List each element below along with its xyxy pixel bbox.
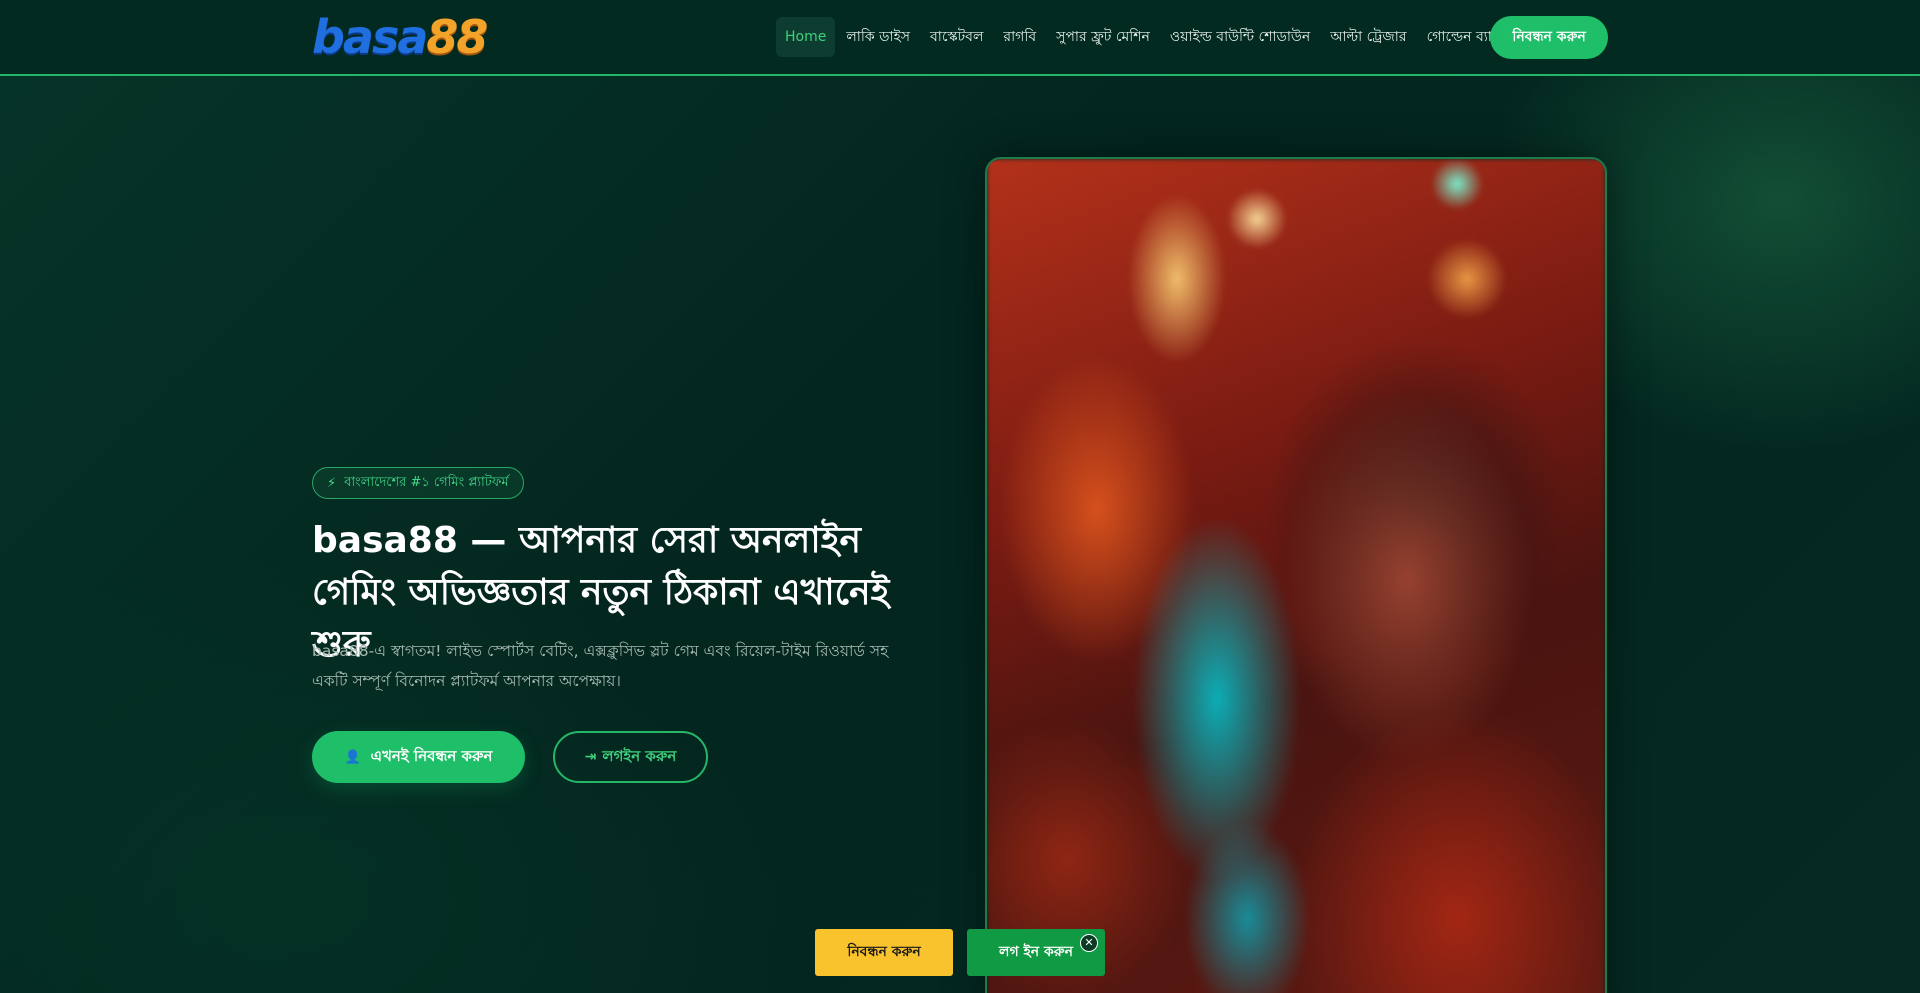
nav-item-lucky-dice[interactable]: লাকি ডাইস xyxy=(837,17,919,57)
user-plus-icon: 👤 xyxy=(344,749,361,765)
hero-description: basa88-এ স্বাগতম! লাইভ স্পোর্টস বেটিং, এ… xyxy=(312,642,889,690)
nav-item-super-fruit-machine[interactable]: সুপার ফ্রুট মেশিন xyxy=(1047,17,1159,57)
nav-item-basketball[interactable]: বাস্কেটবল xyxy=(921,17,992,57)
floating-register-button[interactable]: নিবন্ধন করুন xyxy=(815,929,953,976)
nav-item-wild-bounty-showdown[interactable]: ওয়াইল্ড বাউন্টি শোডাউন xyxy=(1161,17,1319,57)
hero-image xyxy=(985,157,1607,993)
brand-logo[interactable]: basa88 xyxy=(312,10,488,64)
nav-item-home[interactable]: Home xyxy=(776,17,836,57)
site-header: basa88 Home লাকি ডাইস বাস্কেটবল রাগবি সু… xyxy=(0,0,1920,76)
hero-badge-label: বাংলাদেশের #১ গেমিং প্ল্যাটফর্ম xyxy=(344,474,509,490)
register-now-button[interactable]: 👤 এখনই নিবন্ধন করুন xyxy=(312,731,525,783)
hero-image-artwork xyxy=(987,159,1605,993)
main-nav: Home লাকি ডাইস বাস্কেটবল রাগবি সুপার ফ্র… xyxy=(776,17,1519,57)
login-icon: ⇥ xyxy=(584,749,597,765)
login-button[interactable]: ⇥ লগইন করুন xyxy=(553,731,708,783)
logo-text-part1: basa xyxy=(312,10,428,64)
nav-item-ulta-treasure[interactable]: আল্টা ট্রেজার xyxy=(1321,17,1415,57)
hero-badge: ⚡ বাংলাদেশের #১ গেমিং প্ল্যাটফর্ম xyxy=(312,467,524,499)
page-background xyxy=(0,0,1920,993)
header-register-button[interactable]: নিবন্ধন করুন xyxy=(1490,16,1608,59)
login-label: লগইন করুন xyxy=(602,746,677,765)
close-icon[interactable]: ✕ xyxy=(1080,934,1098,952)
nav-item-rugby[interactable]: রাগবি xyxy=(994,17,1045,57)
register-now-label: এখনই নিবন্ধন করুন xyxy=(370,746,493,765)
logo-text-part2: 88 xyxy=(426,10,488,64)
bolt-icon: ⚡ xyxy=(327,475,337,491)
